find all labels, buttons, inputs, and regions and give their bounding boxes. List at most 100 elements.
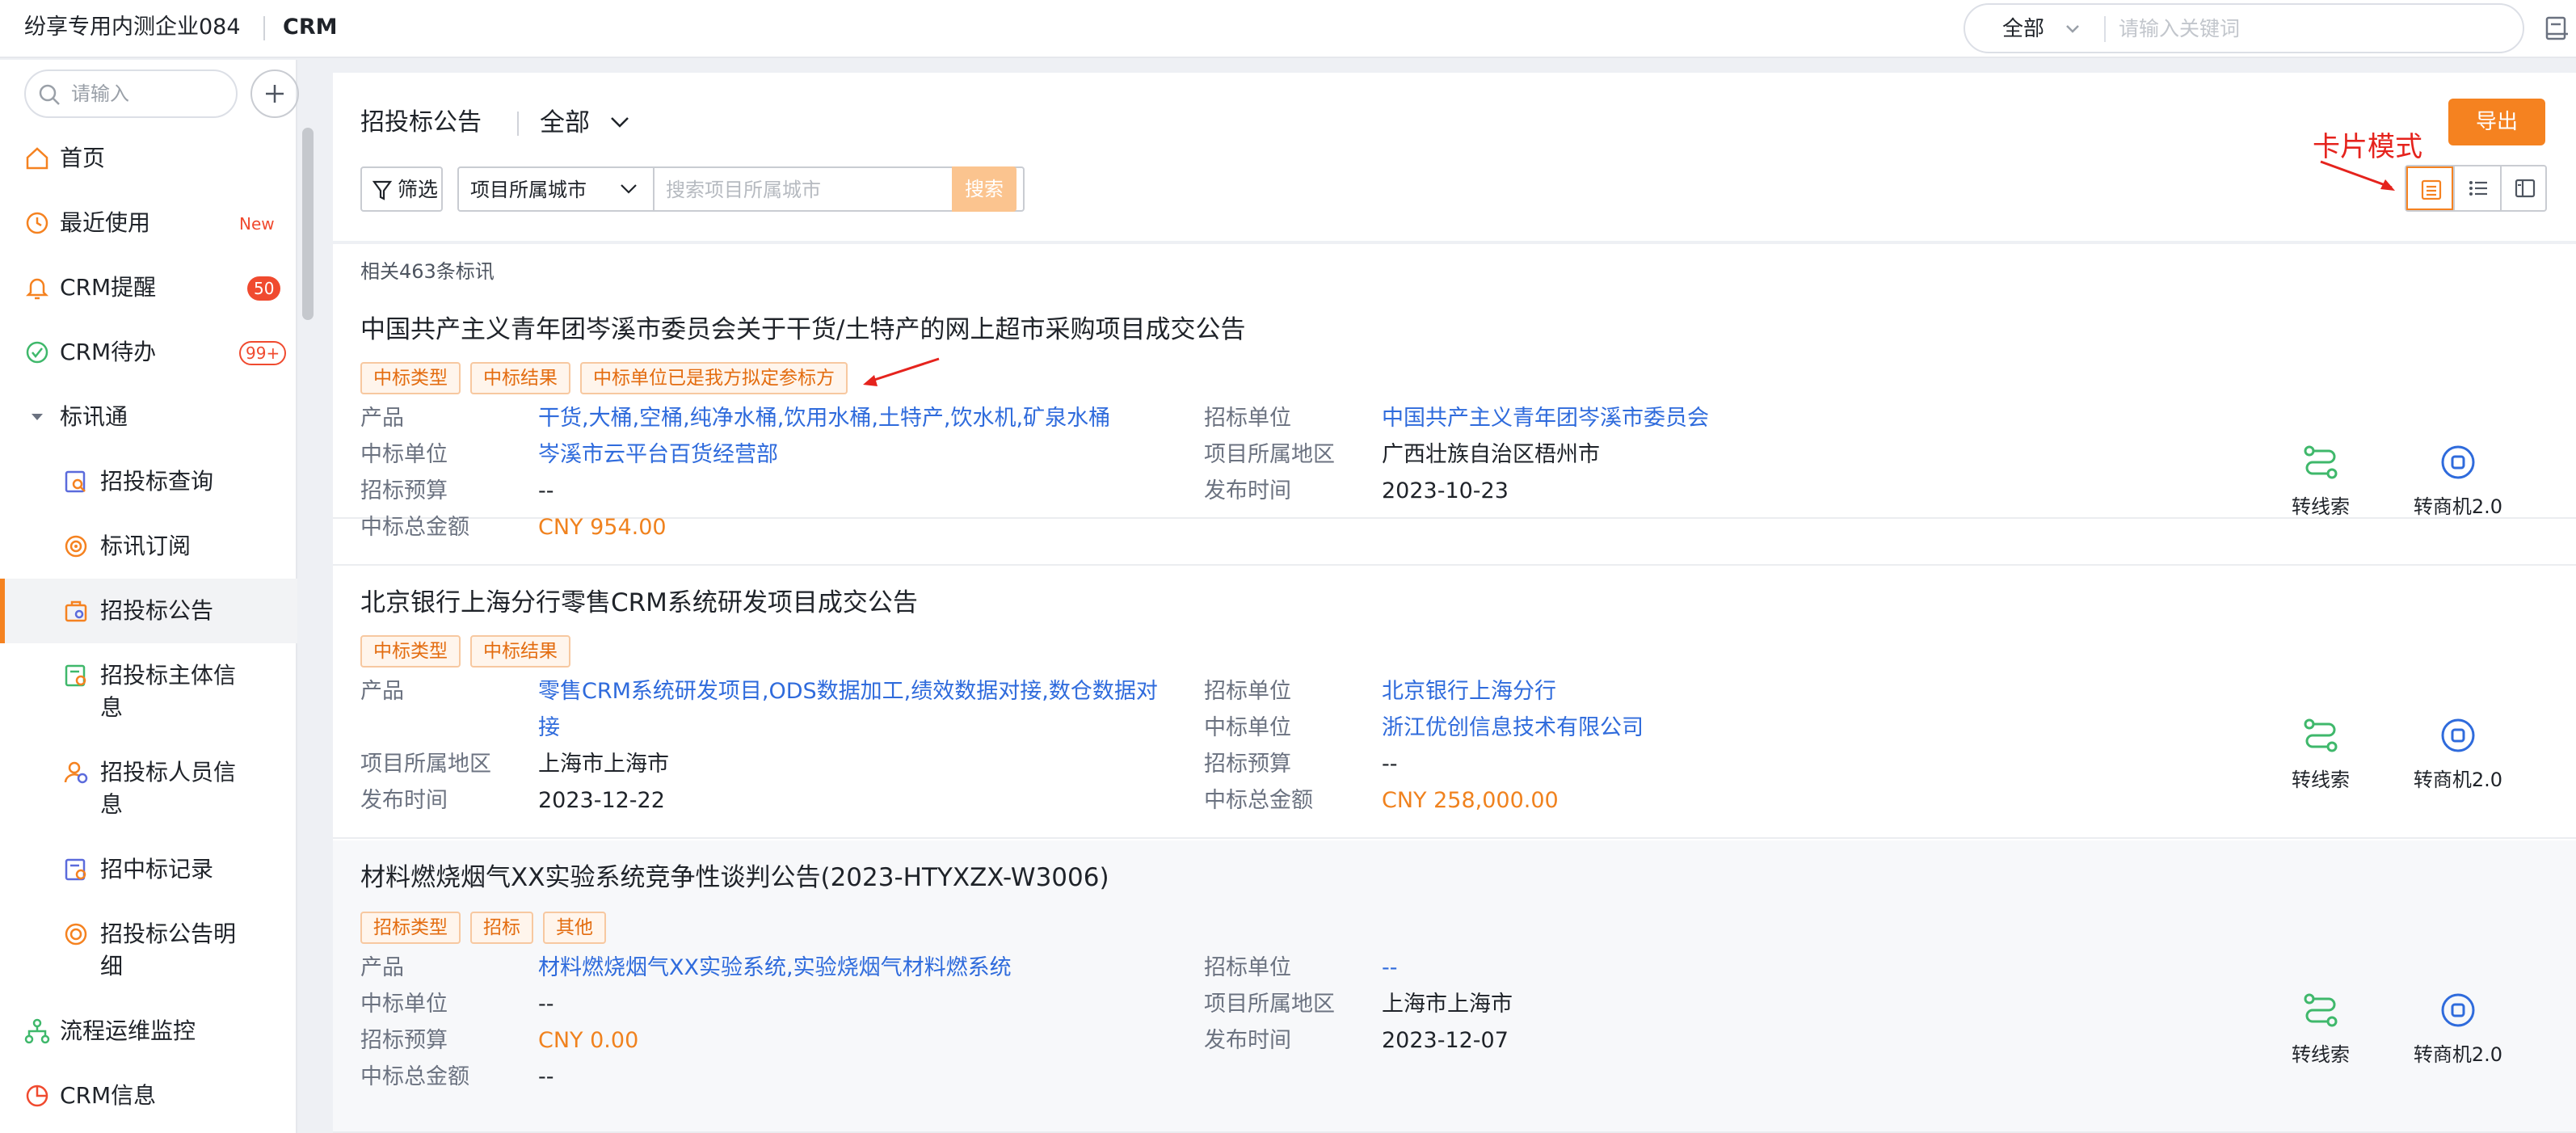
search-scope-select[interactable]: 全部: [2002, 15, 2044, 44]
to-lead-button[interactable]: 转线索: [2264, 443, 2377, 540]
region-value: 广西壮族自治区梧州市: [1382, 442, 1600, 467]
tenderer-value[interactable]: --: [1382, 952, 1398, 984]
tag: 招标类型: [360, 912, 461, 944]
product-value[interactable]: 干货,大桶,空桶,纯净水桶,饮用水桶,土特产,饮水机,矿泉水桶: [538, 402, 1110, 435]
convert-opportunity-icon: [2441, 993, 2475, 1027]
tenderer-value[interactable]: 北京银行上海分行: [1382, 676, 1556, 708]
field-label: 产品: [360, 679, 404, 704]
field-label: 中标总金额: [1204, 788, 1313, 813]
field-label: 项目所属地区: [360, 752, 491, 777]
global-search-input[interactable]: 请输入关键词: [2119, 15, 2240, 44]
filter-button[interactable]: 筛选: [360, 166, 443, 212]
field-label: 中标单位: [1204, 715, 1291, 740]
tag: 中标单位已是我方拟定参标方: [580, 362, 848, 394]
split-view-button[interactable]: [2500, 166, 2547, 210]
inbox-icon[interactable]: [2544, 15, 2570, 44]
budget-value: --: [1382, 752, 1398, 777]
sidebar-item-bid-announcement[interactable]: 招投标公告: [0, 579, 297, 643]
sidebar-item-recent[interactable]: 最近使用 New: [0, 191, 297, 255]
to-opportunity-button[interactable]: 转商机2.0: [2401, 991, 2515, 1088]
tenderer-value[interactable]: 中国共产主义青年团岑溪市委员会: [1382, 402, 1709, 435]
sidebar-search[interactable]: 请输入: [24, 69, 238, 118]
card-view-button[interactable]: [2406, 166, 2453, 210]
sidebar-item-announcement-detail[interactable]: 招投标公告明细: [0, 902, 297, 983]
sidebar-item-todo[interactable]: CRM待办 99+: [0, 320, 297, 385]
sidebar-item-bid-person[interactable]: 招投标人员信息: [0, 740, 297, 821]
app-title[interactable]: CRM: [283, 11, 337, 44]
card-list-icon: [2421, 179, 2442, 200]
sidebar-item-process-monitor[interactable]: 流程运维监控: [0, 999, 297, 1064]
global-search[interactable]: 全部 请输入关键词: [1964, 3, 2524, 53]
to-lead-label: 转线索: [2292, 1043, 2350, 1066]
product-value[interactable]: 零售CRM系统研发项目,ODS数据加工,绩效数据对接,数仓数据对: [538, 676, 1158, 708]
winner-value[interactable]: 岑溪市云平台百货经营部: [538, 439, 778, 471]
sidebar-item-reminders[interactable]: CRM提醒 50: [0, 255, 297, 320]
clock-icon: [26, 212, 48, 234]
card-title[interactable]: 中国共产主义青年团岑溪市委员会关于干货/土特产的网上超市采购项目成交公告: [360, 312, 1245, 347]
bell-icon: [25, 278, 49, 300]
city-search-input[interactable]: 搜索项目所属城市: [666, 176, 821, 204]
search-button[interactable]: 搜索: [952, 166, 1017, 212]
company-name[interactable]: 纷享专用内测企业084: [24, 11, 241, 44]
sidebar-item-home[interactable]: 首页: [0, 126, 297, 191]
view-mode-switch: [2405, 165, 2547, 212]
export-button[interactable]: 导出: [2448, 99, 2545, 145]
chevron-down-icon[interactable]: [2060, 15, 2085, 44]
to-lead-label: 转线索: [2292, 495, 2350, 518]
tag-list: 中标类型 中标结果: [360, 635, 570, 668]
scope-select[interactable]: 全部: [540, 105, 590, 141]
field-label: 项目所属地区: [1204, 992, 1335, 1017]
search-divider: [2104, 16, 2106, 42]
field-label: 产品: [360, 955, 404, 980]
product-value-cont[interactable]: 接: [538, 712, 560, 744]
convert-opportunity-icon: [2441, 718, 2475, 752]
tag: 中标结果: [470, 635, 570, 668]
sidebar-item-crm-info[interactable]: CRM信息: [0, 1064, 297, 1128]
to-lead-button[interactable]: 转线索: [2264, 991, 2377, 1088]
home-icon: [26, 147, 48, 170]
annotation-arrow-icon: [2320, 160, 2395, 191]
sidebar-item-award-record[interactable]: 招中标记录: [0, 837, 297, 902]
sidebar-item-subscription[interactable]: 标讯订阅: [0, 514, 297, 579]
sidebar-item-bid-search[interactable]: 招投标查询: [0, 449, 297, 514]
add-button[interactable]: [250, 69, 299, 118]
card-title[interactable]: 北京银行上海分行零售CRM系统研发项目成交公告: [360, 585, 918, 621]
info-icon: [26, 1085, 48, 1107]
city-field-select[interactable]: 项目所属城市: [470, 176, 587, 204]
sidebar-item-label: 标讯通: [60, 403, 128, 430]
sidebar-item-label: 最近使用: [60, 209, 151, 236]
city-filter: 项目所属城市 搜索项目所属城市 搜索: [457, 166, 1025, 212]
to-opportunity-button[interactable]: 转商机2.0: [2401, 716, 2515, 813]
announcement-card[interactable]: 北京银行上海分行零售CRM系统研发项目成交公告 中标类型 中标结果 产品 零售C…: [333, 566, 2576, 839]
sidebar-scrollbar[interactable]: [302, 128, 314, 320]
winner-value: --: [538, 992, 554, 1017]
to-lead-label: 转线索: [2292, 769, 2350, 791]
main-header: 招投标公告 全部 筛选 项目所属城市 搜索项目所属城市 搜索 导出 卡片模式: [333, 73, 2576, 241]
to-opportunity-button[interactable]: 转商机2.0: [2401, 443, 2515, 540]
region-value: 上海市上海市: [1382, 992, 1513, 1017]
sidebar-group-biaoxuntong[interactable]: 标讯通: [0, 385, 297, 449]
date-value: 2023-12-22: [538, 788, 665, 813]
convert-lead-icon: [2304, 718, 2338, 752]
sidebar-item-bid-entity[interactable]: 招投标主体信息: [0, 643, 297, 724]
field-label: 招标预算: [360, 1028, 448, 1053]
page-title: 招投标公告: [360, 108, 482, 137]
field-label: 中标总金额: [360, 1064, 469, 1089]
to-opportunity-label: 转商机2.0: [2413, 1043, 2503, 1066]
sidebar-search-input[interactable]: 请输入: [71, 81, 129, 107]
announcement-card[interactable]: 材料燃烧烟气XX实验系统竞争性谈判公告(2023-HTYXZX-W3006) 招…: [333, 840, 2576, 1133]
announcement-card[interactable]: 中国共产主义青年团岑溪市委员会关于干货/土特产的网上超市采购项目成交公告 中标类…: [333, 244, 2576, 540]
card-title[interactable]: 材料燃烧烟气XX实验系统竞争性谈判公告(2023-HTYXZX-W3006): [360, 860, 1109, 895]
to-lead-button[interactable]: 转线索: [2264, 716, 2377, 813]
field-label: 中标单位: [360, 442, 448, 467]
chevron-down-icon[interactable]: [608, 113, 632, 133]
list-view-button[interactable]: [2453, 166, 2500, 210]
chevron-down-icon[interactable]: [617, 179, 640, 199]
detail-icon: [65, 923, 87, 946]
convert-lead-icon: [2304, 445, 2338, 479]
sidebar-item-label: 招投标查询: [100, 468, 214, 495]
sidebar-item-label: 招投标公告明细: [100, 920, 237, 979]
sidebar-item-label: CRM信息: [60, 1082, 157, 1109]
winner-value[interactable]: 浙江优创信息技术有限公司: [1382, 712, 1644, 744]
product-value[interactable]: 材料燃烧烟气XX实验系统,实验烧烟气材料燃系统: [538, 952, 1012, 984]
